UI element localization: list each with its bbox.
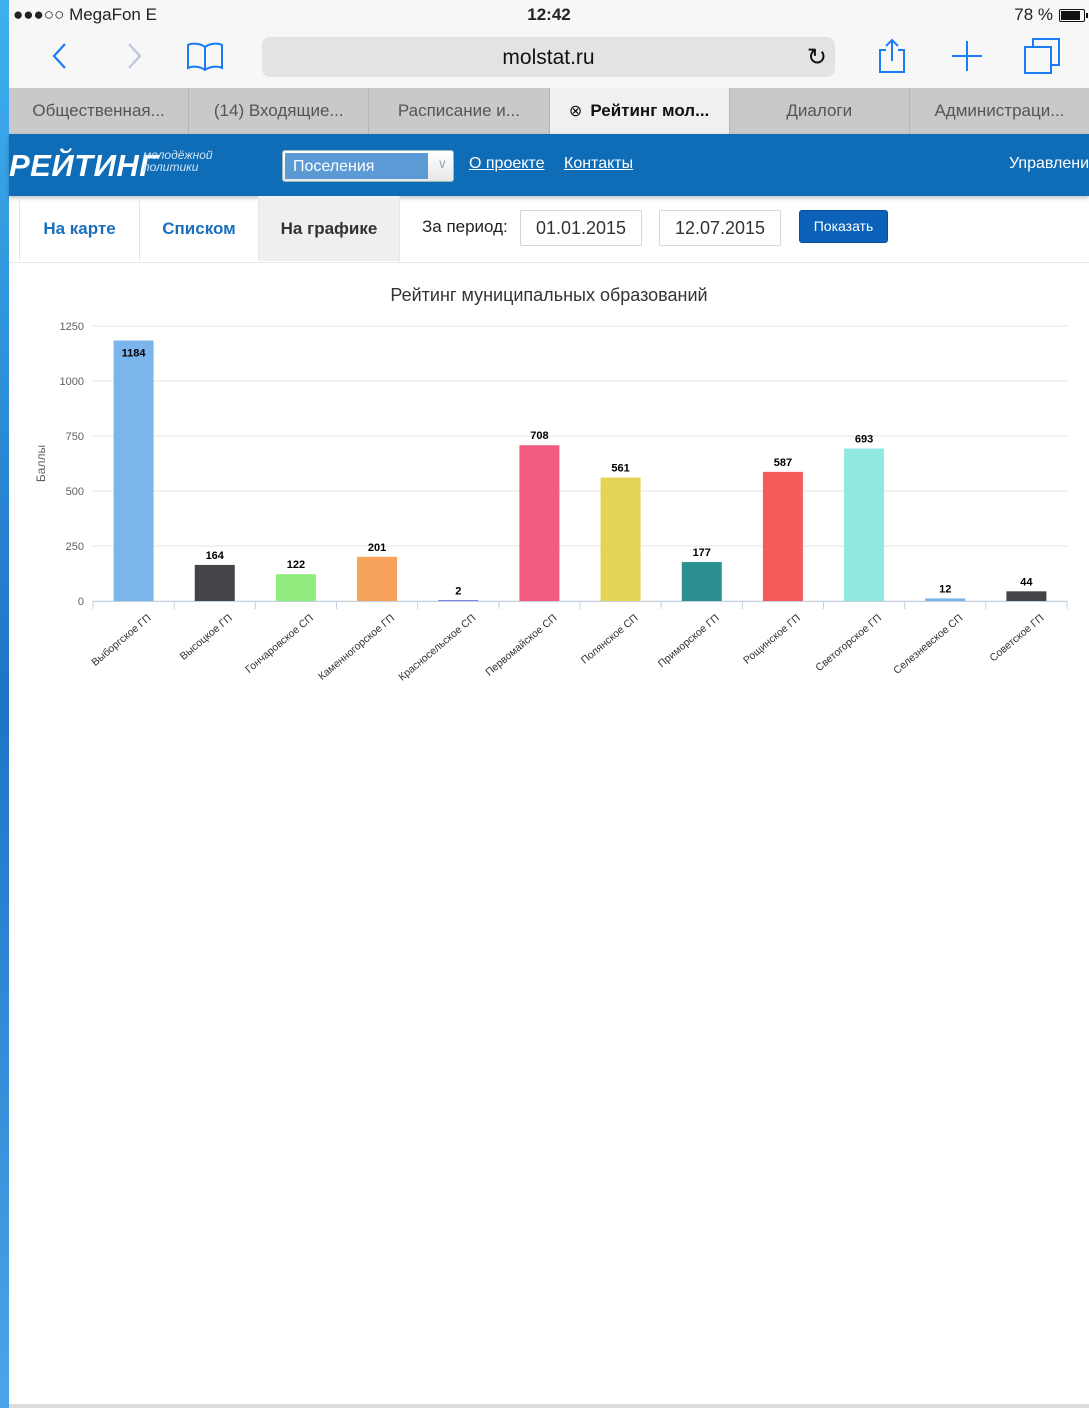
new-tab-icon[interactable]: [949, 36, 985, 76]
close-tab-icon[interactable]: ⊗: [569, 101, 582, 121]
status-bar: ●●●○○ MegaFon E 12:42 78 %: [9, 0, 1089, 30]
x-category-label: Полянское СП: [579, 612, 641, 666]
page: ●●●○○ MegaFon E 12:42 78 % molstat.ru ↻: [9, 0, 1089, 1408]
date-to-input[interactable]: 12.07.2015: [659, 210, 781, 246]
chart-svg: 0 250 500 750 1000 1250 Баллы 1184 Выборгское ГП…: [34, 321, 1068, 683]
data-label: 177: [693, 547, 711, 559]
reload-icon[interactable]: ↻: [807, 43, 827, 72]
tab-label: Диалоги: [786, 101, 853, 120]
data-label: 122: [287, 559, 305, 571]
left-edge-strip: [0, 0, 9, 1408]
x-category-label: Высоцкое ГП: [178, 612, 235, 663]
browser-tab-admin[interactable]: Администраци...: [910, 88, 1089, 134]
site-logo[interactable]: РЕЙТИНГ: [9, 148, 159, 184]
tab-list[interactable]: Списком: [139, 196, 258, 261]
x-category-label: Селезневское СП: [891, 612, 965, 677]
y-tick-label: 1250: [60, 321, 84, 333]
x-category-label: Светогорское ГП: [813, 612, 884, 674]
nav-management-link[interactable]: Управлени: [1009, 155, 1089, 173]
chart-title: Рейтинг муниципальных образований: [390, 285, 708, 305]
tabs-overview-icon[interactable]: [1022, 36, 1062, 76]
bottom-divider: [9, 1404, 1089, 1408]
y-tick-label: 250: [66, 541, 84, 553]
browser-tabs: Общественная... (14) Входящие... Расписа…: [9, 88, 1089, 134]
logo-sub-line-2: политики: [143, 160, 199, 174]
data-label: 708: [530, 430, 548, 442]
bar: [1006, 591, 1047, 601]
data-label: 201: [368, 542, 386, 554]
tab-on-chart[interactable]: На графике: [258, 196, 400, 261]
data-label: 561: [611, 463, 629, 475]
clock: 12:42: [527, 5, 571, 24]
nav-about-link[interactable]: О проекте: [469, 155, 544, 173]
view-controls: На карте Списком На графике За период: 0…: [9, 196, 1089, 263]
battery-status: 78 %: [1014, 5, 1088, 25]
nav-contacts-link[interactable]: Контакты: [564, 155, 633, 173]
browser-tab-obshchestvennaya[interactable]: Общественная...: [9, 88, 190, 134]
tab-label: (14) Входящие...: [213, 101, 344, 120]
period-label: За период:: [422, 217, 508, 236]
bar: [519, 445, 560, 601]
y-tick-label: 1000: [60, 376, 84, 388]
bar: [275, 574, 316, 601]
bar: [925, 598, 966, 601]
browser-tab-dialogs[interactable]: Диалоги: [730, 88, 910, 134]
bar: [357, 556, 398, 601]
x-category-label: Рощинское ГП: [741, 612, 803, 666]
rating-chart: Рейтинг муниципальных образований 0 250 50…: [9, 270, 1089, 710]
x-category-label: Каменногорское ГП: [316, 612, 397, 683]
x-category-label: Приморское ГП: [656, 612, 722, 670]
data-label: 693: [855, 434, 873, 446]
tab-label: Администраци...: [934, 101, 1065, 120]
y-tick-label: 0: [78, 596, 84, 608]
back-icon[interactable]: [45, 36, 75, 76]
tab-label: Общественная...: [32, 101, 165, 120]
date-from-input[interactable]: 01.01.2015: [520, 210, 642, 246]
bar: [600, 477, 641, 601]
forward-icon[interactable]: [119, 36, 149, 76]
site-header: РЕЙТИНГ молодёжной политики Поселения ∨ …: [9, 134, 1089, 196]
url-text: molstat.ru: [502, 46, 595, 69]
data-label: 1184: [122, 348, 147, 360]
bar: [194, 564, 235, 601]
tab-label: Расписание и...: [397, 101, 520, 120]
tab-on-map[interactable]: На карте: [19, 196, 139, 261]
data-label: 587: [774, 457, 792, 469]
battery-percent: 78 %: [1014, 5, 1053, 24]
x-category-label: Советское ГП: [987, 612, 1046, 664]
share-icon[interactable]: [875, 36, 909, 76]
y-axis-label: Баллы: [34, 445, 48, 482]
browser-tab-schedule[interactable]: Расписание и...: [369, 88, 550, 134]
browser-tab-rating-active[interactable]: ⊗ Рейтинг мол...: [549, 88, 730, 134]
x-category-label: Выборгское ГП: [89, 612, 153, 669]
bar: [438, 600, 479, 601]
data-label: 44: [1020, 576, 1033, 588]
data-label: 12: [939, 583, 951, 595]
x-category-label: Гончаровское СП: [243, 612, 316, 676]
tab-label: Рейтинг мол...: [590, 101, 710, 120]
bar: [762, 471, 803, 601]
data-label: 164: [206, 550, 225, 562]
address-bar[interactable]: molstat.ru ↻: [262, 37, 835, 77]
site-logo-subtitle: молодёжной политики: [143, 149, 213, 173]
chevron-down-icon: ∨: [437, 156, 447, 171]
x-category-label: Первомайское СП: [483, 612, 559, 678]
y-tick-label: 750: [66, 431, 84, 443]
bar: [681, 562, 722, 601]
bar: [113, 340, 154, 601]
browser-tab-inbox[interactable]: (14) Входящие...: [189, 88, 370, 134]
browser-toolbar: molstat.ru ↻: [9, 30, 1089, 88]
y-tick-label: 500: [66, 486, 84, 498]
battery-icon: [1059, 8, 1088, 22]
show-button[interactable]: Показать: [799, 210, 888, 243]
bookmarks-icon[interactable]: [185, 36, 225, 76]
select-value: Поселения: [285, 153, 428, 179]
data-label: 2: [455, 586, 461, 598]
bar: [844, 448, 885, 601]
settlement-type-select[interactable]: Поселения ∨: [282, 150, 454, 182]
x-category-label: Красносельское СП: [396, 612, 478, 683]
